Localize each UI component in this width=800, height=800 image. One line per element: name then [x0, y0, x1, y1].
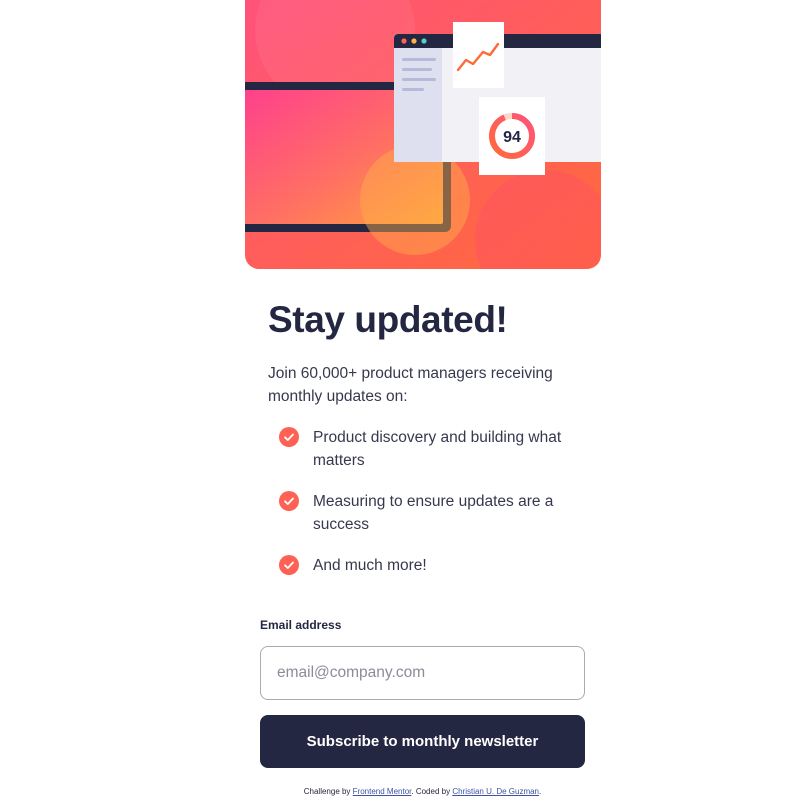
check-circle-icon — [279, 491, 299, 511]
feature-text: And much more! — [313, 557, 427, 574]
attribution-prefix: Challenge by — [303, 787, 351, 796]
page-title: Stay updated! — [268, 299, 508, 340]
hero-illustration: 94 — [245, 0, 601, 269]
author-link[interactable]: Christian U. De Guzman — [452, 787, 539, 796]
list-item: Product discovery and building what matt… — [268, 426, 588, 472]
chart-card — [453, 22, 504, 88]
feature-text: Product discovery and building what matt… — [313, 429, 562, 469]
score-card: 94 — [479, 97, 545, 175]
newsletter-page: 94 Stay updated! Join 60,000+ product ma… — [0, 0, 800, 800]
list-item: Measuring to ensure updates are a succes… — [268, 490, 588, 536]
attribution-middle: . Coded by — [411, 787, 451, 796]
score-value: 94 — [503, 129, 521, 146]
subscribe-form: Email address Subscribe to monthly newsl… — [260, 618, 585, 768]
subscribe-button[interactable]: Subscribe to monthly newsletter — [260, 715, 585, 768]
content-section: Stay updated! Join 60,000+ product manag… — [268, 296, 588, 595]
list-item: And much more! — [268, 554, 588, 577]
attribution-suffix: . — [539, 787, 542, 796]
email-label: Email address — [260, 618, 342, 632]
intro-text: Join 60,000+ product managers receiving … — [268, 365, 553, 405]
check-circle-icon — [279, 427, 299, 447]
attribution: Challenge by Frontend Mentor. Coded by C… — [0, 787, 800, 796]
email-field[interactable] — [260, 646, 585, 700]
check-circle-icon — [279, 555, 299, 575]
feature-list: Product discovery and building what matt… — [268, 426, 588, 577]
illustration-art: 94 — [245, 0, 601, 269]
feature-text: Measuring to ensure updates are a succes… — [313, 493, 554, 533]
frontend-mentor-link[interactable]: Frontend Mentor — [353, 787, 412, 796]
